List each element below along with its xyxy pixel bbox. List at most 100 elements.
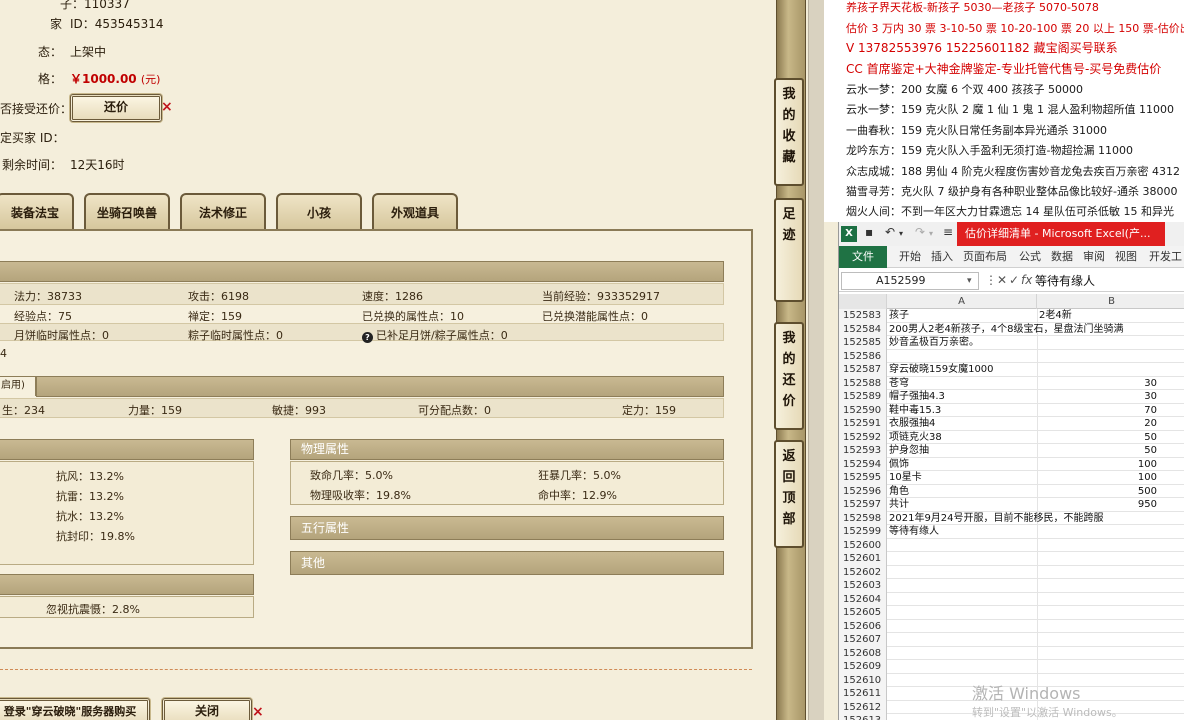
row-number[interactable]: 152596 bbox=[839, 484, 887, 498]
row-number[interactable]: 152609 bbox=[839, 660, 887, 674]
question-icon[interactable]: ? bbox=[362, 332, 373, 343]
row-number[interactable]: 152600 bbox=[839, 538, 887, 552]
row-number[interactable]: 152583 bbox=[839, 309, 887, 323]
table-row[interactable]: 152603 bbox=[839, 579, 1184, 593]
side-btn-my-offers[interactable]: 我的还价 bbox=[774, 322, 804, 430]
cell-b-number[interactable]: 100 bbox=[1039, 458, 1157, 471]
row-number[interactable]: 152606 bbox=[839, 619, 887, 633]
cell-a[interactable]: 共计 bbox=[889, 498, 909, 511]
table-row[interactable]: 152599 等待有缘人 bbox=[839, 525, 1184, 539]
row-number[interactable]: 152603 bbox=[839, 579, 887, 593]
undo-dropdown-icon[interactable]: ▾ bbox=[899, 229, 903, 238]
table-row[interactable]: 152585 妙音孟极百万亲密。 bbox=[839, 336, 1184, 350]
row-number[interactable]: 152612 bbox=[839, 700, 887, 714]
table-row[interactable]: 152601 bbox=[839, 552, 1184, 566]
cell-a[interactable]: 2021年9月24号开服，目前不能移民，不能跨服 bbox=[889, 512, 1104, 525]
cell-a[interactable]: 鞋中毒15.3 bbox=[889, 404, 941, 417]
row-number[interactable]: 152602 bbox=[839, 565, 887, 579]
cell-b-number[interactable]: 70 bbox=[1039, 404, 1157, 417]
row-number[interactable]: 152594 bbox=[839, 457, 887, 471]
close-x-icon[interactable]: × bbox=[161, 99, 173, 115]
row-number[interactable]: 152587 bbox=[839, 363, 887, 377]
table-row[interactable]: 152589 帽子强抽4.3 30 bbox=[839, 390, 1184, 404]
cell-a[interactable]: 等待有缘人 bbox=[889, 525, 939, 538]
row-number[interactable]: 152589 bbox=[839, 390, 887, 404]
row-number[interactable]: 152607 bbox=[839, 633, 887, 647]
table-row[interactable]: 152587 穿云破晓159女魔1000 bbox=[839, 363, 1184, 377]
undo-icon[interactable]: ↶ bbox=[885, 225, 895, 239]
counter-offer-button[interactable]: 还价 bbox=[70, 94, 162, 122]
row-number[interactable]: 152598 bbox=[839, 511, 887, 525]
cell-a[interactable]: 衣服强抽4 bbox=[889, 417, 935, 430]
tab-children[interactable]: 小孩 bbox=[276, 193, 362, 229]
row-number[interactable]: 152611 bbox=[839, 687, 887, 701]
select-all-corner[interactable] bbox=[839, 294, 887, 309]
table-row[interactable]: 152596 角色 500 bbox=[839, 484, 1184, 498]
row-number[interactable]: 152590 bbox=[839, 403, 887, 417]
sheet-grid[interactable]: 152583 孩子 2老4新 152584 200男人2老4新孩子，4个8级宝石，星盘法… bbox=[839, 309, 1184, 720]
redo-dropdown-icon[interactable]: ▾ bbox=[929, 229, 933, 238]
cell-a[interactable]: 佩饰 bbox=[889, 458, 909, 471]
table-row[interactable]: 152590 鞋中毒15.3 70 bbox=[839, 403, 1184, 417]
tab-appearance[interactable]: 外观道具 bbox=[372, 193, 458, 229]
row-number[interactable]: 152597 bbox=[839, 498, 887, 512]
table-row[interactable]: 152600 bbox=[839, 538, 1184, 552]
row-number[interactable]: 152613 bbox=[839, 714, 887, 720]
cell-b[interactable]: 2老4新 bbox=[1039, 309, 1072, 322]
ribbon-tab-formulas[interactable]: 公式 bbox=[1019, 246, 1041, 268]
more-icon[interactable]: ⋮ bbox=[985, 273, 997, 287]
ribbon-tab-data[interactable]: 数据 bbox=[1051, 246, 1073, 268]
table-row[interactable]: 152597 共计 950 bbox=[839, 498, 1184, 512]
side-btn-back-to-top[interactable]: 返回顶部 bbox=[774, 440, 804, 548]
table-row[interactable]: 152586 bbox=[839, 349, 1184, 363]
cell-b-number[interactable]: 20 bbox=[1039, 417, 1157, 430]
table-row[interactable]: 152604 bbox=[839, 592, 1184, 606]
others-header[interactable]: 其他 bbox=[290, 551, 724, 575]
table-row[interactable]: 152608 bbox=[839, 646, 1184, 660]
customize-icon[interactable]: ≡ bbox=[943, 225, 953, 239]
table-row[interactable]: 152605 bbox=[839, 606, 1184, 620]
table-row[interactable]: 152595 10星卡 100 bbox=[839, 471, 1184, 485]
close-button[interactable]: 关闭 bbox=[162, 698, 252, 720]
col-header-b[interactable]: B bbox=[1037, 294, 1184, 309]
tab-equipment[interactable]: 装备法宝 bbox=[0, 193, 74, 229]
cancel-icon[interactable]: ✕ bbox=[997, 273, 1007, 287]
enter-icon[interactable]: ✓ bbox=[1009, 273, 1019, 287]
row-number[interactable]: 152610 bbox=[839, 673, 887, 687]
cell-b-number[interactable]: 500 bbox=[1039, 485, 1157, 498]
ribbon-tab-review[interactable]: 审阅 bbox=[1083, 246, 1105, 268]
table-row[interactable]: 152607 bbox=[839, 633, 1184, 647]
row-number[interactable]: 152588 bbox=[839, 376, 887, 390]
table-row[interactable]: 152588 苍穹 30 bbox=[839, 376, 1184, 390]
ribbon-file-tab[interactable]: 文件 bbox=[839, 246, 887, 268]
five-elements-header[interactable]: 五行属性 bbox=[290, 516, 724, 540]
side-btn-favorites[interactable]: 我的收藏 bbox=[774, 78, 804, 186]
ribbon-tab-insert[interactable]: 插入 bbox=[931, 246, 953, 268]
cell-a[interactable]: 角色 bbox=[889, 485, 909, 498]
row-number[interactable]: 152592 bbox=[839, 430, 887, 444]
tab-spell-correction[interactable]: 法术修正 bbox=[180, 193, 266, 229]
cell-b-number[interactable]: 950 bbox=[1039, 498, 1157, 511]
table-row[interactable]: 152593 护身忽抽 50 bbox=[839, 444, 1184, 458]
row-number[interactable]: 152591 bbox=[839, 417, 887, 431]
ribbon-tab-developer[interactable]: 开发工 bbox=[1149, 246, 1182, 268]
cell-a[interactable]: 项链克火38 bbox=[889, 431, 942, 444]
table-row[interactable]: 152602 bbox=[839, 565, 1184, 579]
fx-icon[interactable]: fx bbox=[1021, 273, 1032, 287]
table-row[interactable]: 152609 bbox=[839, 660, 1184, 674]
cell-a[interactable]: 护身忽抽 bbox=[889, 444, 929, 457]
cell-a[interactable]: 苍穹 bbox=[889, 377, 909, 390]
row-number[interactable]: 152604 bbox=[839, 592, 887, 606]
cell-a[interactable]: 10星卡 bbox=[889, 471, 922, 484]
cell-a[interactable]: 200男人2老4新孩子，4个8级宝石，星盘法门坐骑满 bbox=[889, 323, 1124, 336]
tab-mounts-summons[interactable]: 坐骑召唤兽 bbox=[84, 193, 170, 229]
cell-b-number[interactable]: 50 bbox=[1039, 431, 1157, 444]
cell-b-number[interactable]: 50 bbox=[1039, 444, 1157, 457]
scrollbar[interactable] bbox=[808, 0, 824, 720]
buy-on-server-button[interactable]: 登录"穿云破晓"服务器购买 bbox=[0, 698, 150, 720]
name-box[interactable]: A152599 bbox=[841, 272, 979, 290]
row-number[interactable]: 152601 bbox=[839, 552, 887, 566]
row-number[interactable]: 152586 bbox=[839, 349, 887, 363]
formula-input[interactable]: 等待有缘人 bbox=[1035, 270, 1095, 292]
table-row[interactable]: 152584 200男人2老4新孩子，4个8级宝石，星盘法门坐骑满 bbox=[839, 322, 1184, 336]
